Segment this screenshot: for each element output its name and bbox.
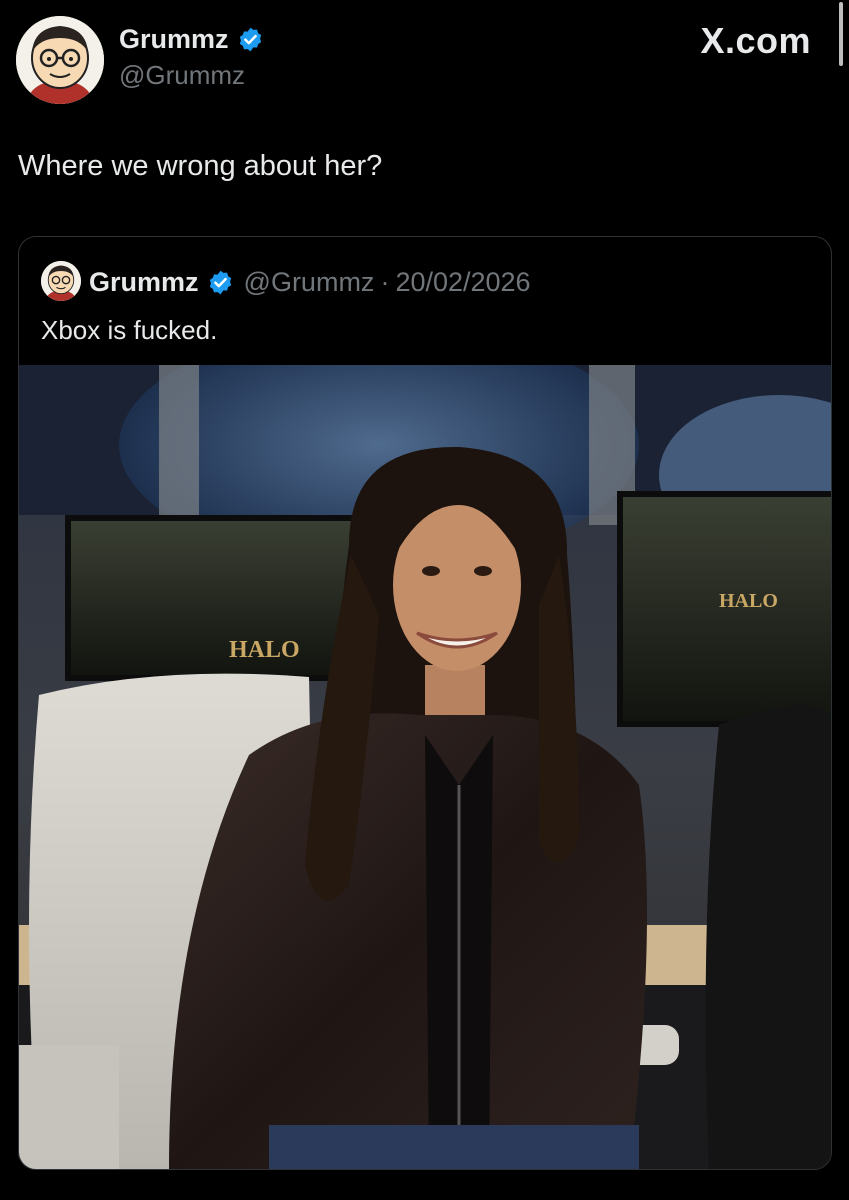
- author-handle[interactable]: @Grummz: [119, 60, 245, 91]
- monitor-right-halo-text: HALO: [719, 590, 778, 612]
- author-name-row[interactable]: Grummz: [119, 24, 264, 55]
- quoted-author-handle[interactable]: @Grummz: [244, 267, 375, 298]
- quoted-tweet-date[interactable]: 20/02/2026: [395, 267, 530, 298]
- quoted-tweet-card[interactable]: Grummz @Grummz · 20/02/2026 Xbox is fuck…: [18, 236, 832, 1170]
- separator-dot: ·: [380, 267, 390, 297]
- quoted-tweet-text: Xbox is fucked.: [41, 315, 218, 345]
- quoted-tweet-photo[interactable]: HALO HALO: [19, 365, 831, 1169]
- cartoon-face-avatar-icon: [41, 261, 81, 301]
- quoted-author-display-name[interactable]: Grummz: [89, 267, 199, 298]
- author-avatar[interactable]: [16, 16, 104, 104]
- scrollbar[interactable]: [839, 2, 843, 66]
- verified-badge-icon: [237, 26, 264, 53]
- verified-badge-icon: [207, 269, 234, 296]
- quoted-tweet-header: Grummz @Grummz · 20/02/2026: [89, 267, 531, 298]
- tweet-text: Where we wrong about her?: [18, 150, 383, 182]
- monitor-left-halo-text: HALO: [229, 637, 300, 663]
- photo-woman-in-office-image: HALO HALO: [19, 365, 831, 1169]
- quoted-author-avatar[interactable]: [41, 261, 81, 301]
- cartoon-face-avatar-icon: [16, 16, 104, 104]
- x-brand-label: X.com: [700, 20, 811, 61]
- author-display-name[interactable]: Grummz: [119, 24, 229, 55]
